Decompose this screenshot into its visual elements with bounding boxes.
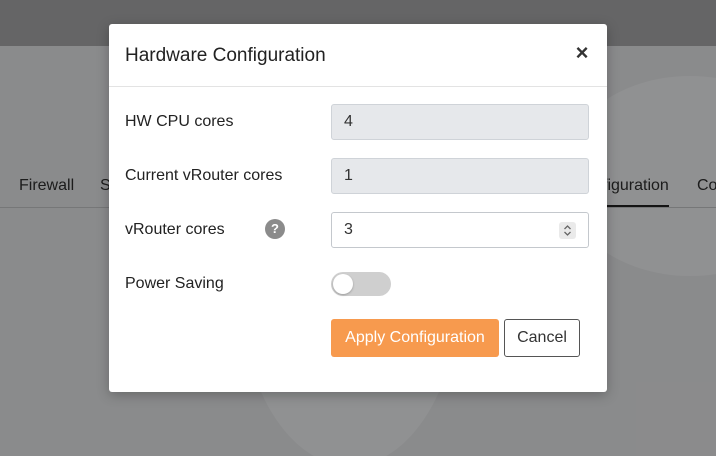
vrouter-cores-value: 3 [344,221,353,238]
dialog-title: Hardware Configuration [125,45,326,66]
hardware-configuration-dialog: Hardware Configuration × HW CPU cores 4 … [109,24,607,392]
close-button[interactable]: × [573,41,591,65]
help-icon[interactable]: ? [265,219,285,239]
current-vrouter-cores-field: 1 [331,158,589,194]
power-saving-label: Power Saving [125,275,224,292]
apply-configuration-button[interactable]: Apply Configuration [331,319,499,357]
toggle-knob [333,274,353,294]
help-glyph: ? [271,221,279,236]
page: Firewall S figuration Co Hardware Config… [0,0,716,456]
power-saving-toggle[interactable] [331,272,391,296]
vrouter-cores-label: vRouter cores [125,221,225,238]
close-icon: × [575,40,589,65]
current-vrouter-cores-value: 1 [344,167,353,184]
hw-cpu-cores-label: HW CPU cores [125,113,234,130]
cancel-button[interactable]: Cancel [504,319,580,357]
spinner-arrows-icon[interactable] [559,222,576,239]
current-vrouter-cores-label: Current vRouter cores [125,167,283,184]
dialog-header: Hardware Configuration × [109,24,607,87]
hw-cpu-cores-value: 4 [344,113,353,130]
hw-cpu-cores-field: 4 [331,104,589,140]
vrouter-cores-input[interactable]: 3 [331,212,589,248]
